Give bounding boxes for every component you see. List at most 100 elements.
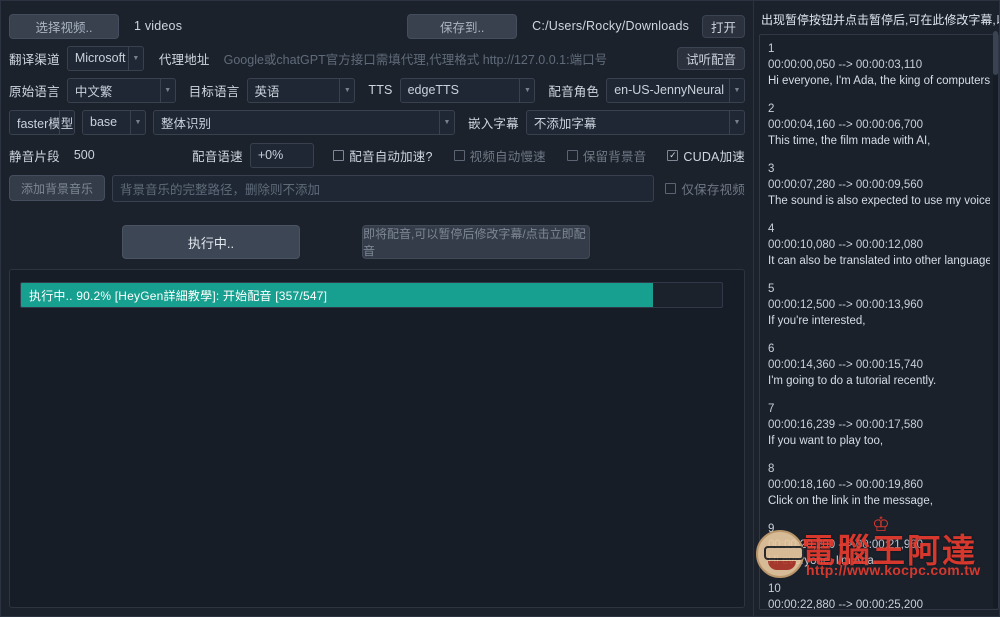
- subtitle-mode-value: 不添加字幕: [533, 116, 597, 131]
- subtitle-cue[interactable]: 4 00:00:10,080 --> 00:00:12,080 It can als…: [768, 222, 990, 269]
- cue-index: 3: [768, 163, 775, 175]
- cuda-checkbox[interactable]: ✓ CUDA加速: [667, 146, 745, 165]
- chevron-down-icon: ▼: [130, 110, 145, 134]
- chevron-down-icon: ▼: [519, 78, 534, 102]
- subtitle-cue[interactable]: 2 00:00:04,160 --> 00:00:06,700 This time,…: [768, 102, 990, 149]
- video-slow-label: 视频自动慢速: [469, 149, 546, 164]
- dubbing-role-label: 配音角色: [548, 84, 600, 99]
- checkbox-box-icon: [333, 149, 345, 161]
- source-language-label: 原始语言: [9, 84, 60, 99]
- save-video-only-label: 仅保存视频: [681, 182, 745, 197]
- cue-text: If you're interested,: [768, 315, 866, 327]
- bgm-row: 添加背景音乐 背景音乐的完整路径，删除则不添加 仅保存视频: [9, 173, 745, 203]
- preview-dubbing-button[interactable]: 试听配音: [676, 46, 745, 70]
- target-language-label: 目标语言: [188, 84, 240, 99]
- target-language-select[interactable]: 英语 ▼: [246, 77, 356, 103]
- cue-timecode: 00:00:07,280 --> 00:00:09,560: [768, 179, 924, 191]
- cuda-label: CUDA加速: [683, 149, 745, 164]
- bgm-path-input[interactable]: 背景音乐的完整路径，删除则不添加: [112, 174, 655, 202]
- chevron-down-icon: ▼: [159, 78, 175, 102]
- cue-timecode: 00:00:20,200 --> 00:00:21,960: [768, 539, 924, 551]
- subtitle-cue[interactable]: 9 00:00:20,200 --> 00:00:21,960 Hi everyon…: [768, 522, 990, 569]
- tts-value: edgeTTS: [407, 83, 460, 97]
- language-row: 原始语言 中文繁 ▼ 目标语言 英语 ▼ TTS edgeTTS ▼ 配音角色 …: [9, 75, 745, 105]
- open-folder-button[interactable]: 打开: [701, 14, 745, 38]
- progress-bar: 执行中.. 90.2% [HeyGen詳細教學]: 开始配音 [357/547]: [20, 282, 723, 308]
- subtitle-cue[interactable]: 1 00:00:00,050 --> 00:00:03,110 Hi everyon…: [768, 42, 990, 89]
- checkbox-checked-icon: ✓: [667, 149, 679, 161]
- chevron-down-icon: ▼: [339, 78, 354, 102]
- proxy-address-label: 代理地址: [158, 52, 210, 67]
- add-bgm-button[interactable]: 添加背景音乐: [9, 175, 105, 201]
- cue-index: 7: [768, 403, 775, 415]
- action-buttons: 执行中.. 即将配音,可以暂停后修改字幕/点击立即配音: [9, 225, 745, 259]
- cue-index: 10: [768, 583, 781, 595]
- target-language-value: 英语: [254, 84, 280, 99]
- app-window: 选择视频.. 1 videos 保存到.. C:/Users/Rocky/Dow…: [0, 0, 1000, 617]
- select-video-button[interactable]: 选择视频..: [9, 13, 119, 39]
- cue-text: If you want to play too,: [768, 435, 884, 447]
- checkbox-box-icon: [453, 149, 465, 161]
- cue-index: 5: [768, 283, 775, 295]
- cue-text: It can also be translated into other lan…: [768, 255, 990, 267]
- translate-channel-select[interactable]: Microsoft ▼: [66, 45, 144, 71]
- proxy-address-input[interactable]: Google或chatGPT官方接口需填代理,代理格式 http://127.0…: [217, 46, 670, 71]
- cue-timecode: 00:00:00,050 --> 00:00:03,110: [768, 59, 923, 71]
- dubbing-speed-label: 配音语速: [192, 149, 243, 164]
- silence-segment-input[interactable]: 500: [67, 143, 109, 168]
- embed-subtitle-label: 嵌入字幕: [468, 116, 519, 131]
- chevron-down-icon: ▼: [127, 46, 143, 70]
- subtitle-cue[interactable]: 3 00:00:07,280 --> 00:00:09,560 The sound …: [768, 162, 990, 209]
- save-to-button[interactable]: 保存到..: [407, 13, 518, 39]
- recognition-mode-select[interactable]: 整体识别 ▼: [153, 109, 455, 135]
- scrollbar-thumb[interactable]: [993, 31, 998, 75]
- chevron-down-icon: ▼: [729, 110, 744, 134]
- cue-timecode: 00:00:10,080 --> 00:00:12,080: [768, 239, 924, 251]
- subtitle-panel-hint: 出现暂停按钮并点击暂停后,可在此修改字幕,以便: [761, 13, 999, 27]
- save-path-label: C:/Users/Rocky/Downloads: [532, 19, 690, 33]
- model-row: faster模型 ▼ base ▼ 整体识别 ▼ 嵌入字幕 不添加字幕 ▼: [9, 107, 745, 137]
- subtitle-editor[interactable]: 1 00:00:00,050 --> 00:00:03,110 Hi everyon…: [759, 34, 999, 610]
- cue-text: Hi everyone, I'm Ada.: [768, 555, 877, 567]
- cue-index: 2: [768, 103, 775, 115]
- chevron-down-icon: ▼: [439, 110, 454, 134]
- subtitle-cue[interactable]: 5 00:00:12,500 --> 00:00:13,960 If you're …: [768, 282, 990, 329]
- cue-timecode: 00:00:16,239 --> 00:00:17,580: [768, 419, 924, 431]
- model-select[interactable]: faster模型 ▼: [9, 109, 75, 135]
- keep-background-checkbox[interactable]: 保留背景音: [566, 146, 647, 165]
- subtitle-panel: 出现暂停按钮并点击暂停后,可在此修改字幕,以便 1 00:00:00,050 --…: [753, 1, 999, 616]
- chevron-down-icon: ▼: [729, 78, 744, 102]
- subtitle-scrollbar[interactable]: [993, 31, 998, 608]
- progress-text: 执行中.. 90.2% [HeyGen詳細教學]: 开始配音 [357/547]: [29, 288, 328, 303]
- keep-background-label: 保留背景音: [582, 149, 647, 164]
- save-video-only-checkbox[interactable]: 仅保存视频: [665, 179, 745, 198]
- tts-label: TTS: [368, 83, 393, 97]
- log-area: 执行中.. 90.2% [HeyGen詳細教學]: 开始配音 [357/547]: [9, 269, 745, 608]
- subtitle-cue[interactable]: 1000:00:22,880 --> 00:00:25,200The video…: [768, 582, 990, 609]
- dubbing-speed-input[interactable]: +0%: [249, 142, 315, 168]
- translate-channel-value: Microsoft: [74, 51, 126, 65]
- subtitle-cue[interactable]: 7 00:00:16,239 --> 00:00:17,580 If you wan…: [768, 402, 990, 449]
- video-slow-checkbox[interactable]: 视频自动慢速: [453, 146, 546, 165]
- silence-segment-label: 静音片段: [9, 149, 60, 164]
- subtitle-mode-select[interactable]: 不添加字幕 ▼: [525, 109, 745, 135]
- subtitle-cue-list: 1 00:00:00,050 --> 00:00:03,110 Hi everyon…: [768, 42, 990, 609]
- source-language-select[interactable]: 中文繁 ▼: [66, 77, 176, 103]
- main-panel: 选择视频.. 1 videos 保存到.. C:/Users/Rocky/Dow…: [1, 1, 753, 616]
- subtitle-cue[interactable]: 6 00:00:14,360 --> 00:00:15,740 I'm going …: [768, 342, 990, 389]
- options-row: 静音片段 500 配音语速 +0% 配音自动加速? 视频自动慢速 保留背景音 ✓…: [9, 139, 745, 171]
- cue-timecode: 00:00:04,160 --> 00:00:06,700: [768, 119, 924, 131]
- start-dubbing-button[interactable]: 即将配音,可以暂停后修改字幕/点击立即配音: [362, 225, 590, 259]
- cue-text: I'm going to do a tutorial recently.: [768, 375, 937, 387]
- dubbing-role-value: en-US-JennyNeural: [614, 83, 724, 97]
- tts-select[interactable]: edgeTTS ▼: [399, 77, 536, 103]
- auto-speed-checkbox[interactable]: 配音自动加速?: [333, 146, 432, 165]
- recognition-mode-value: 整体识别: [161, 116, 212, 131]
- cue-text: The sound is also expected to use my voi…: [768, 195, 990, 207]
- subtitle-cue[interactable]: 8 00:00:18,160 --> 00:00:19,860 Click on t…: [768, 462, 990, 509]
- cue-timecode: 00:00:18,160 --> 00:00:19,860: [768, 479, 924, 491]
- dubbing-role-select[interactable]: en-US-JennyNeural ▼: [606, 77, 745, 103]
- checkbox-box-icon: [566, 149, 578, 161]
- run-status-button[interactable]: 执行中..: [122, 225, 300, 259]
- model-size-select[interactable]: base ▼: [82, 109, 146, 135]
